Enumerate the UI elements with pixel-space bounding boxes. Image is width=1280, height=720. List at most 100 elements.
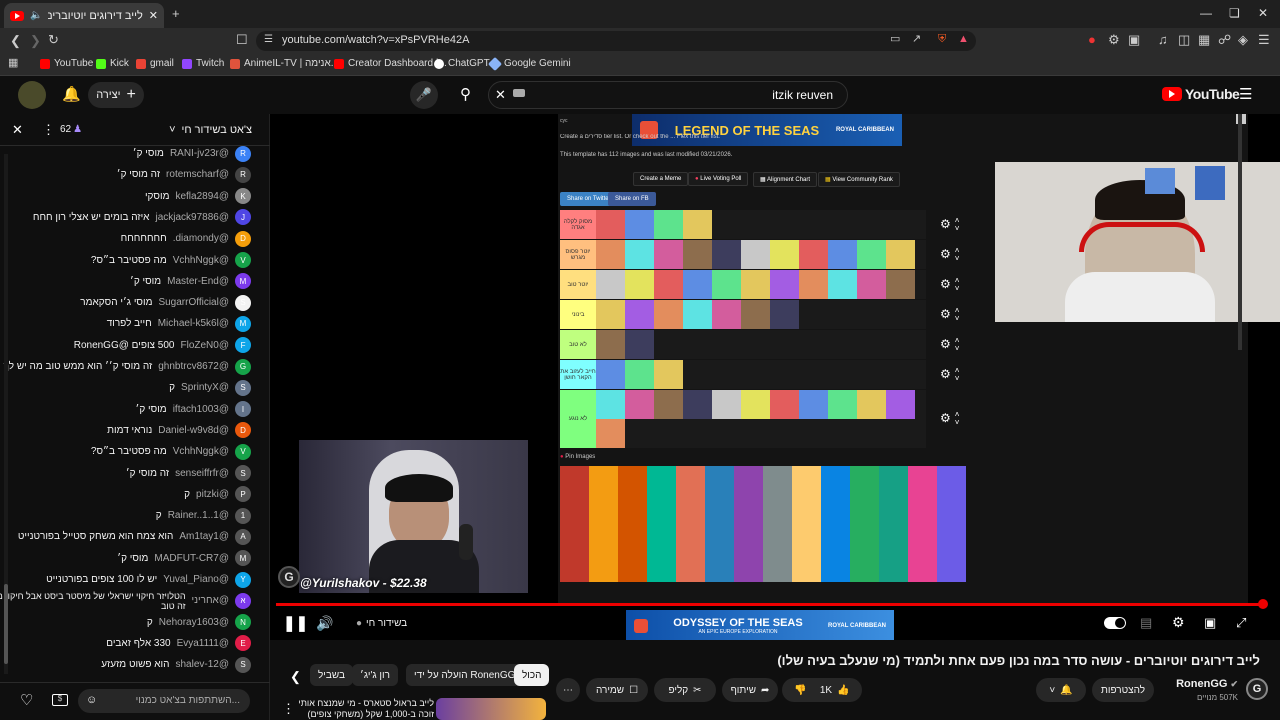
chat-author-name[interactable]: @SugarrOfficial [158,297,229,308]
tier-image[interactable] [886,270,915,299]
maximize-icon[interactable]: ❏ [1229,6,1240,20]
pool-image[interactable] [734,524,763,553]
pool-image[interactable] [937,495,966,524]
wallet-icon[interactable]: ▦ [1198,33,1210,46]
pool-image[interactable] [763,495,792,524]
tier-image[interactable] [741,300,770,329]
pool-image[interactable] [937,466,966,495]
move-tier-down-icon[interactable]: ˅ [955,224,960,233]
chat-author-name[interactable]: @VchhNggk [173,255,229,266]
chat-author-avatar[interactable]: V [235,252,251,268]
chat-author-avatar[interactable]: R [235,166,251,183]
tier-settings-icon[interactable]: ⚙ [940,411,951,427]
chat-author-avatar[interactable]: M [235,315,251,332]
reload-icon[interactable]: ↻ [48,33,59,46]
apps-grid-icon[interactable]: ▦ [8,58,18,69]
tier-label[interactable]: יוטר טוב [560,270,596,299]
chat-author-avatar[interactable]: P [235,486,251,503]
pool-image[interactable] [705,524,734,553]
forward-icon[interactable]: ❯ [30,34,41,47]
pool-image[interactable] [647,524,676,553]
search-input[interactable]: itzik reuven [772,88,833,102]
tier-image[interactable] [741,270,770,299]
channel-name[interactable]: RonenGG ✔ [1176,678,1238,690]
move-tier-down-icon[interactable]: ˅ [955,254,960,263]
tier-image[interactable] [828,240,857,269]
chat-author-avatar[interactable]: D [235,230,251,247]
guide-menu-icon[interactable]: ☰ [1239,87,1252,102]
pool-image[interactable] [618,524,647,553]
pool-image[interactable] [879,466,908,495]
chip-2[interactable]: הועלה על ידי RonenGG [406,664,524,686]
tier-image[interactable] [596,360,625,389]
pool-image[interactable] [792,524,821,553]
chat-author-avatar[interactable]: S [235,379,251,396]
chat-author-avatar[interactable]: K [235,188,251,205]
pool-image[interactable] [705,495,734,524]
extensions-puzzle-icon[interactable]: ⚙ [1108,33,1120,46]
tier-image[interactable] [770,270,799,299]
chat-author-avatar[interactable]: V [235,443,251,460]
pool-image[interactable] [908,553,937,582]
tier-label[interactable]: יוטר פסוס מגרש [560,240,596,269]
dislike-icon[interactable]: 👎 [794,685,806,696]
miniplayer-icon[interactable]: ▣ [1204,616,1216,629]
pool-image[interactable] [908,495,937,524]
pool-image[interactable] [908,524,937,553]
heart-icon[interactable]: ♡ [20,693,33,708]
chat-author-avatar[interactable]: I [235,401,251,418]
chat-author-name[interactable]: @kefla2894 [175,191,229,202]
chat-author-name[interactable]: @pitzki [196,489,229,500]
tier-image[interactable] [596,240,625,269]
chat-author-name[interactable]: @Master-End [167,276,229,287]
alignment-chart-button[interactable]: ▦ Alignment Chart [753,172,818,187]
tier-image[interactable] [654,300,683,329]
tier-page-scrollbar[interactable] [1238,114,1242,350]
chat-author-avatar[interactable]: S [235,656,251,673]
tier-image[interactable] [625,210,654,239]
like-icon[interactable]: 👍 [837,685,849,696]
pool-image[interactable] [705,466,734,495]
tier-image[interactable] [770,240,799,269]
emoji-icon[interactable]: ☺ [86,695,97,706]
live-voting-poll-button[interactable]: ● Live Voting Poll [688,172,749,186]
tier-image[interactable] [857,240,886,269]
move-tier-down-icon[interactable]: ˅ [955,419,960,427]
pool-image[interactable] [850,466,879,495]
pool-image[interactable] [705,553,734,582]
tier-label[interactable]: מסוק לקלה אגדה [560,210,596,239]
channel-avatar[interactable]: G [1246,678,1268,700]
chat-author-name[interactable]: @Am1tay1 [179,531,229,542]
vpn-icon[interactable]: ◈ [1238,33,1248,46]
chat-author-name[interactable]: @senseiffrfr [175,468,229,479]
minimize-icon[interactable]: — [1200,6,1212,20]
bookmark-gmail[interactable]: gmail [136,58,174,69]
tier-image[interactable] [712,390,741,419]
tier-label[interactable]: בינוני [560,300,596,329]
pool-image[interactable] [589,466,618,495]
pool-image[interactable] [850,495,879,524]
tier-image[interactable] [596,270,625,299]
bookmark-icon[interactable]: ☐ [236,33,248,46]
chat-author-name[interactable]: @shalev-12 [175,659,229,670]
chat-menu-icon[interactable]: ⋮ [42,123,55,136]
pool-image[interactable] [879,524,908,553]
chat-author-avatar[interactable]: A [235,528,251,545]
extension-icon[interactable]: ● [1088,33,1096,46]
tier-image[interactable] [683,210,712,239]
sidebar-icon[interactable]: ◫ [1178,33,1190,46]
pool-image[interactable] [792,466,821,495]
tier-settings-icon[interactable]: ⚙ [940,247,951,263]
super-chat-icon[interactable]: $ [52,694,68,706]
chat-author-avatar[interactable]: Y [235,571,251,588]
tier-image[interactable] [683,390,712,419]
pool-image[interactable] [763,524,792,553]
video-player[interactable]: LEGEND OF THE SEAS ROYAL CARIBBEAN cyc C… [270,114,1280,642]
tier-image[interactable] [654,360,683,389]
tier-image[interactable] [886,390,915,419]
pool-image[interactable] [763,466,792,495]
tier-image[interactable] [799,270,828,299]
pool-image[interactable] [676,466,705,495]
chat-author-avatar[interactable]: M [235,273,251,290]
close-chat-icon[interactable]: ✕ [12,123,23,136]
